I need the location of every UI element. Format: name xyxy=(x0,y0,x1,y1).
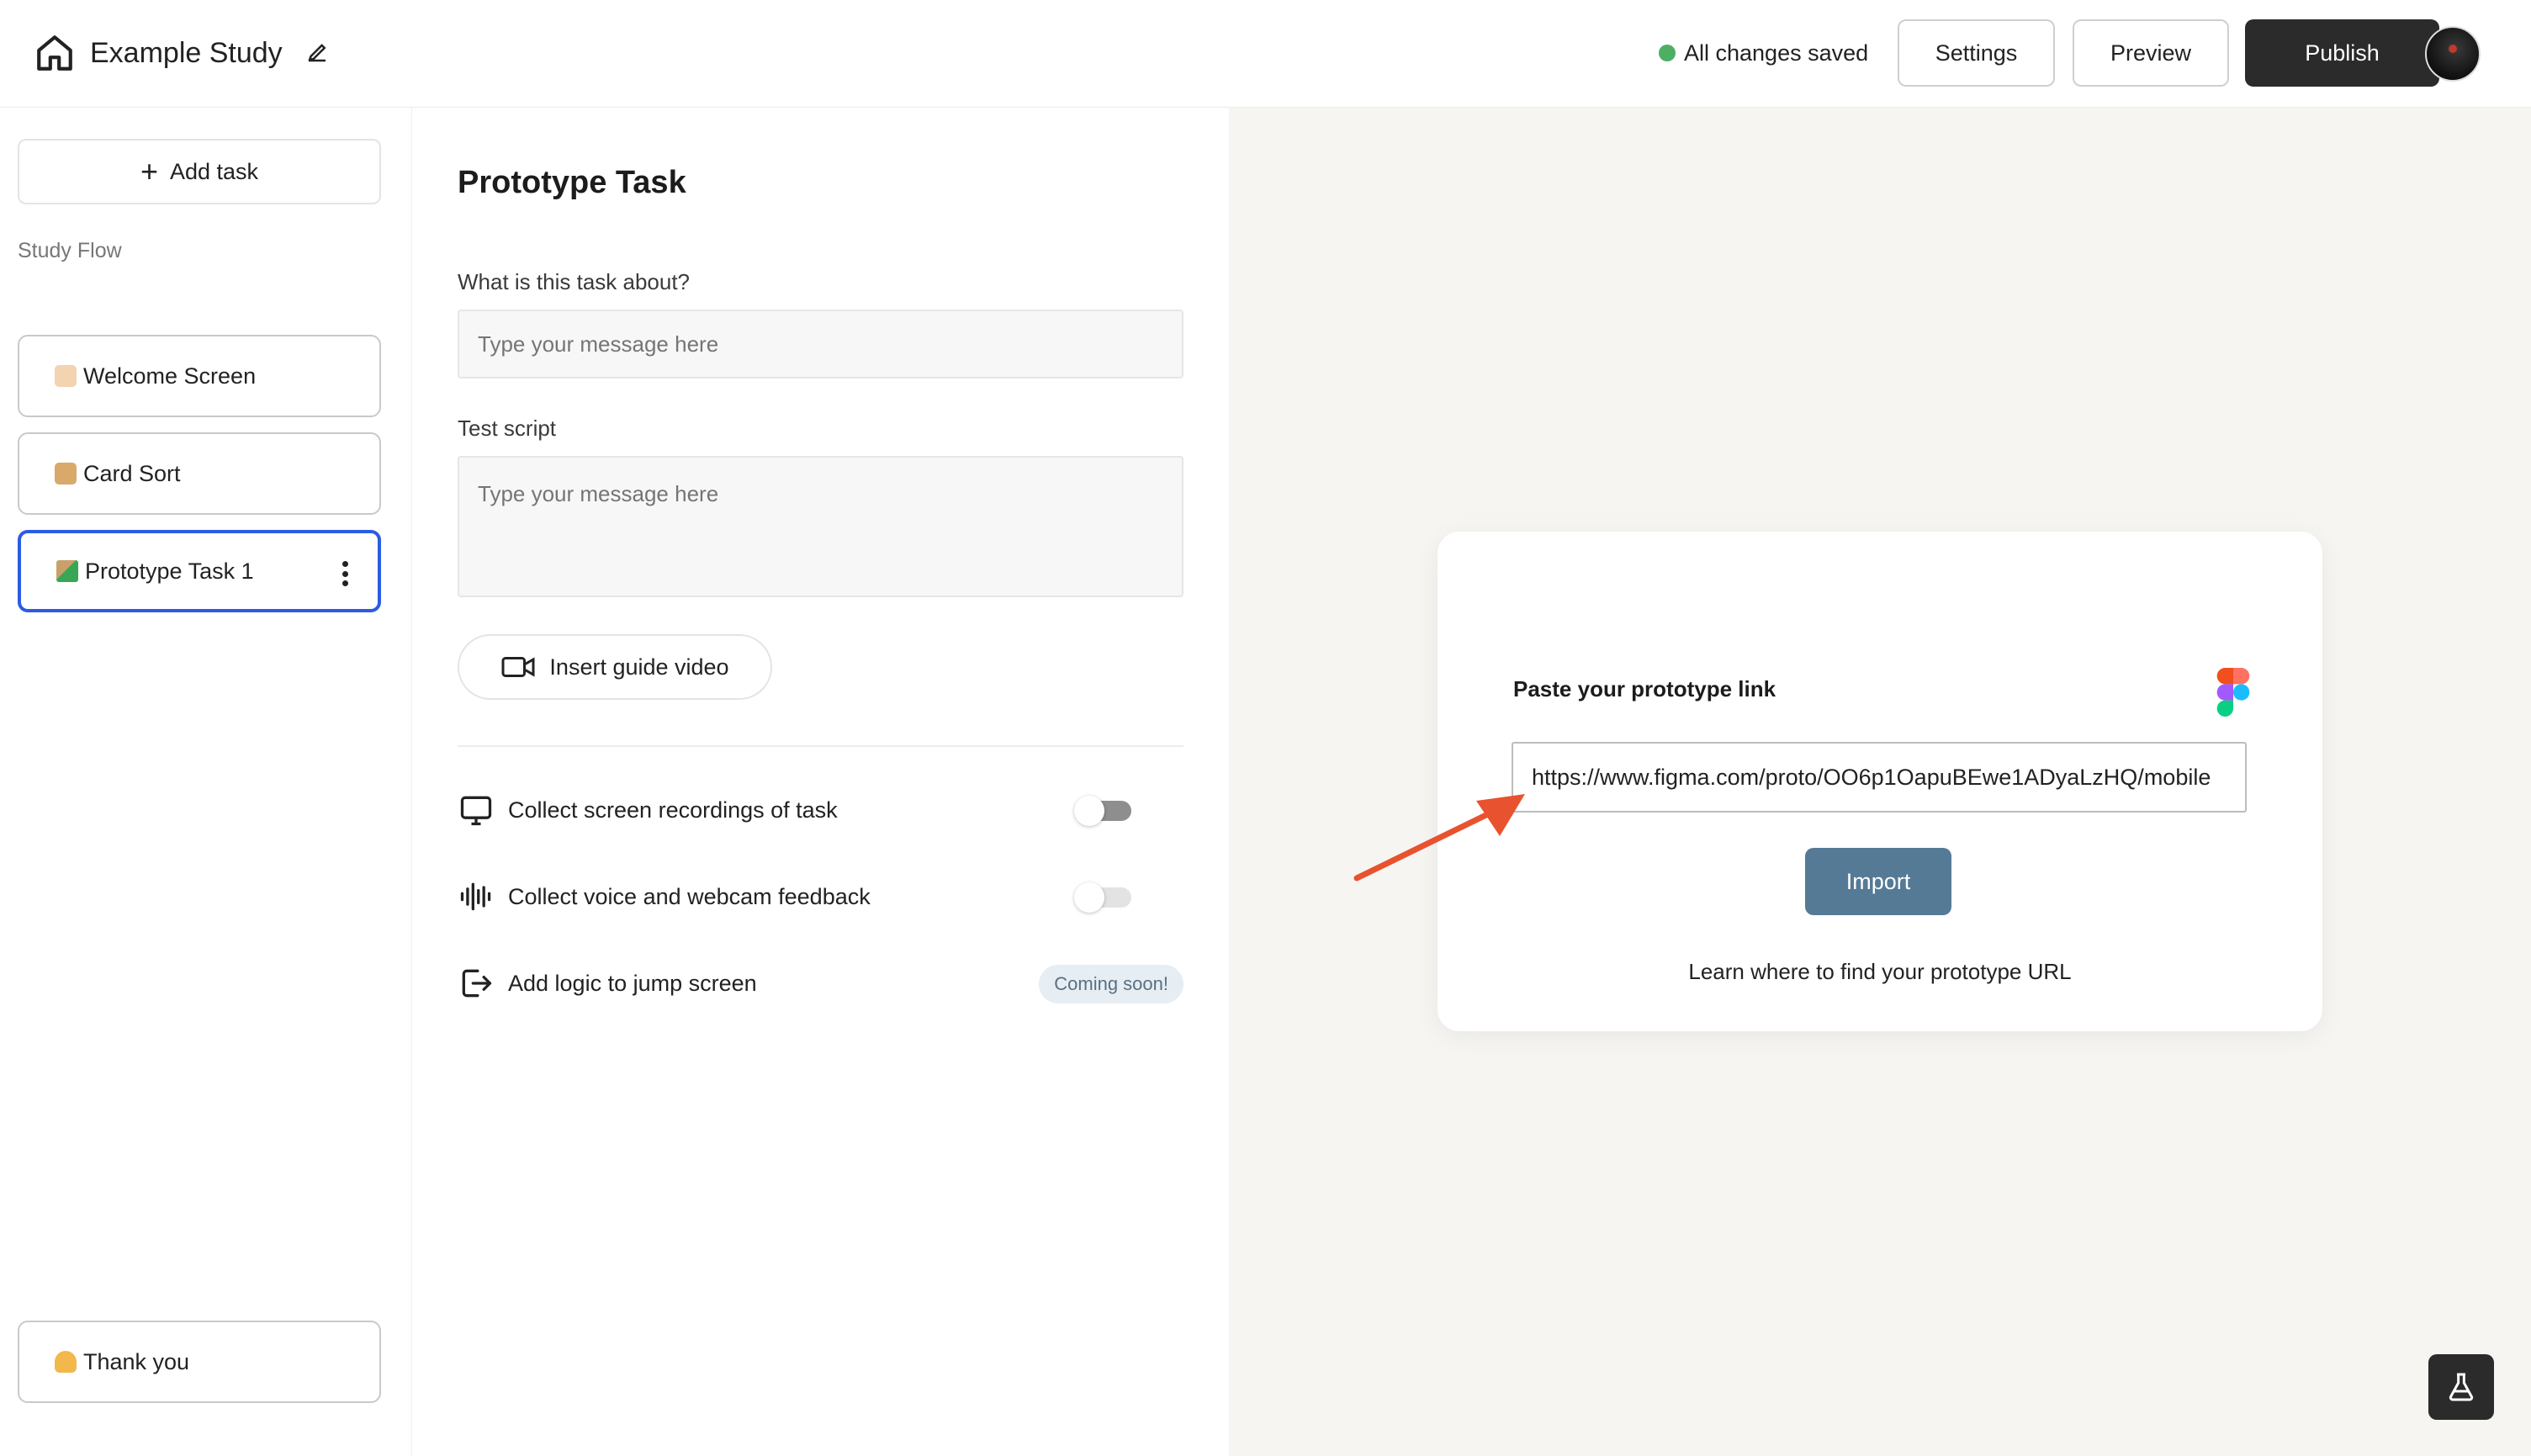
exit-arrow-icon xyxy=(462,969,492,998)
preview-button[interactable]: Preview xyxy=(2073,19,2229,87)
video-camera-icon xyxy=(501,657,535,677)
flow-item-welcome-screen[interactable]: Welcome Screen xyxy=(18,335,381,417)
option-voice-webcam: Collect voice and webcam feedback xyxy=(458,876,1183,918)
option-label: Collect voice and webcam feedback xyxy=(508,883,871,909)
save-status: All changes saved xyxy=(1659,38,1868,68)
prototype-import-card: Paste your prototype link https://www.fi… xyxy=(1438,532,2322,1031)
guide-video-label: Insert guide video xyxy=(549,654,729,680)
task-editor-panel: Prototype Task What is this task about? … xyxy=(412,108,1229,1456)
monitor-icon xyxy=(460,796,492,826)
card-box-icon xyxy=(55,463,77,484)
learn-prototype-url-link[interactable]: Learn where to find your prototype URL xyxy=(1438,959,2322,985)
annotation-arrow-icon xyxy=(1353,794,1525,882)
script-label: Test script xyxy=(458,416,557,441)
coming-soon-badge: Coming soon! xyxy=(1039,965,1183,1003)
waving-hand-icon xyxy=(55,365,77,387)
preview-canvas: Paste your prototype link https://www.fi… xyxy=(1229,108,2531,1456)
flow-item-label: Thank you xyxy=(83,1348,190,1374)
figma-icon xyxy=(2216,668,2250,717)
screen-recording-toggle[interactable] xyxy=(1074,796,1131,826)
page-title: Prototype Task xyxy=(458,165,686,200)
option-screen-recording: Collect screen recordings of task xyxy=(458,789,1183,831)
option-jump-logic: Add logic to jump screen Coming soon! xyxy=(458,962,1183,1004)
flow-item-label: Card Sort xyxy=(83,460,181,486)
prototype-link-label: Paste your prototype link xyxy=(1513,676,1776,702)
pencil-icon[interactable] xyxy=(304,40,330,65)
about-input[interactable] xyxy=(458,310,1183,379)
option-label: Add logic to jump screen xyxy=(508,970,757,996)
plus-icon: + xyxy=(140,154,158,188)
audio-wave-icon xyxy=(460,882,491,911)
status-dot-icon xyxy=(1659,45,1676,61)
option-label: Collect screen recordings of task xyxy=(508,797,838,823)
divider xyxy=(458,745,1183,747)
flow-item-prototype-task[interactable]: Prototype Task 1 xyxy=(18,530,381,612)
folded-hands-icon xyxy=(55,1351,77,1373)
add-task-button[interactable]: + Add task xyxy=(18,139,381,204)
flow-item-label: Prototype Task 1 xyxy=(85,558,254,584)
flask-icon xyxy=(2449,1373,2474,1401)
study-flow-sidebar: + Add task Study Flow Welcome Screen Car… xyxy=(0,108,412,1456)
insert-guide-video-button[interactable]: Insert guide video xyxy=(458,634,772,700)
about-label: What is this task about? xyxy=(458,269,691,294)
voice-webcam-toggle[interactable] xyxy=(1074,882,1131,913)
avatar[interactable] xyxy=(2425,26,2481,82)
flow-item-thank-you[interactable]: Thank you xyxy=(18,1321,381,1403)
paintbrush-icon xyxy=(56,560,78,582)
flow-item-label: Welcome Screen xyxy=(83,363,257,389)
flow-item-card-sort[interactable]: Card Sort xyxy=(18,432,381,515)
study-flow-label: Study Flow xyxy=(18,239,122,262)
save-status-text: All changes saved xyxy=(1684,40,1869,66)
settings-button[interactable]: Settings xyxy=(1898,19,2055,87)
prototype-link-input[interactable]: https://www.figma.com/proto/OO6p1OapuBEw… xyxy=(1512,742,2247,813)
publish-button[interactable]: Publish xyxy=(2245,19,2439,87)
lab-flask-button[interactable] xyxy=(2428,1354,2494,1420)
more-options-icon[interactable] xyxy=(342,561,349,586)
script-input[interactable] xyxy=(458,456,1183,597)
study-title: Example Study xyxy=(90,37,283,69)
add-task-label: Add task xyxy=(169,158,259,184)
import-button[interactable]: Import xyxy=(1805,848,1951,915)
top-bar: Example Study All changes saved Settings… xyxy=(0,0,2531,108)
home-icon[interactable] xyxy=(34,32,76,74)
